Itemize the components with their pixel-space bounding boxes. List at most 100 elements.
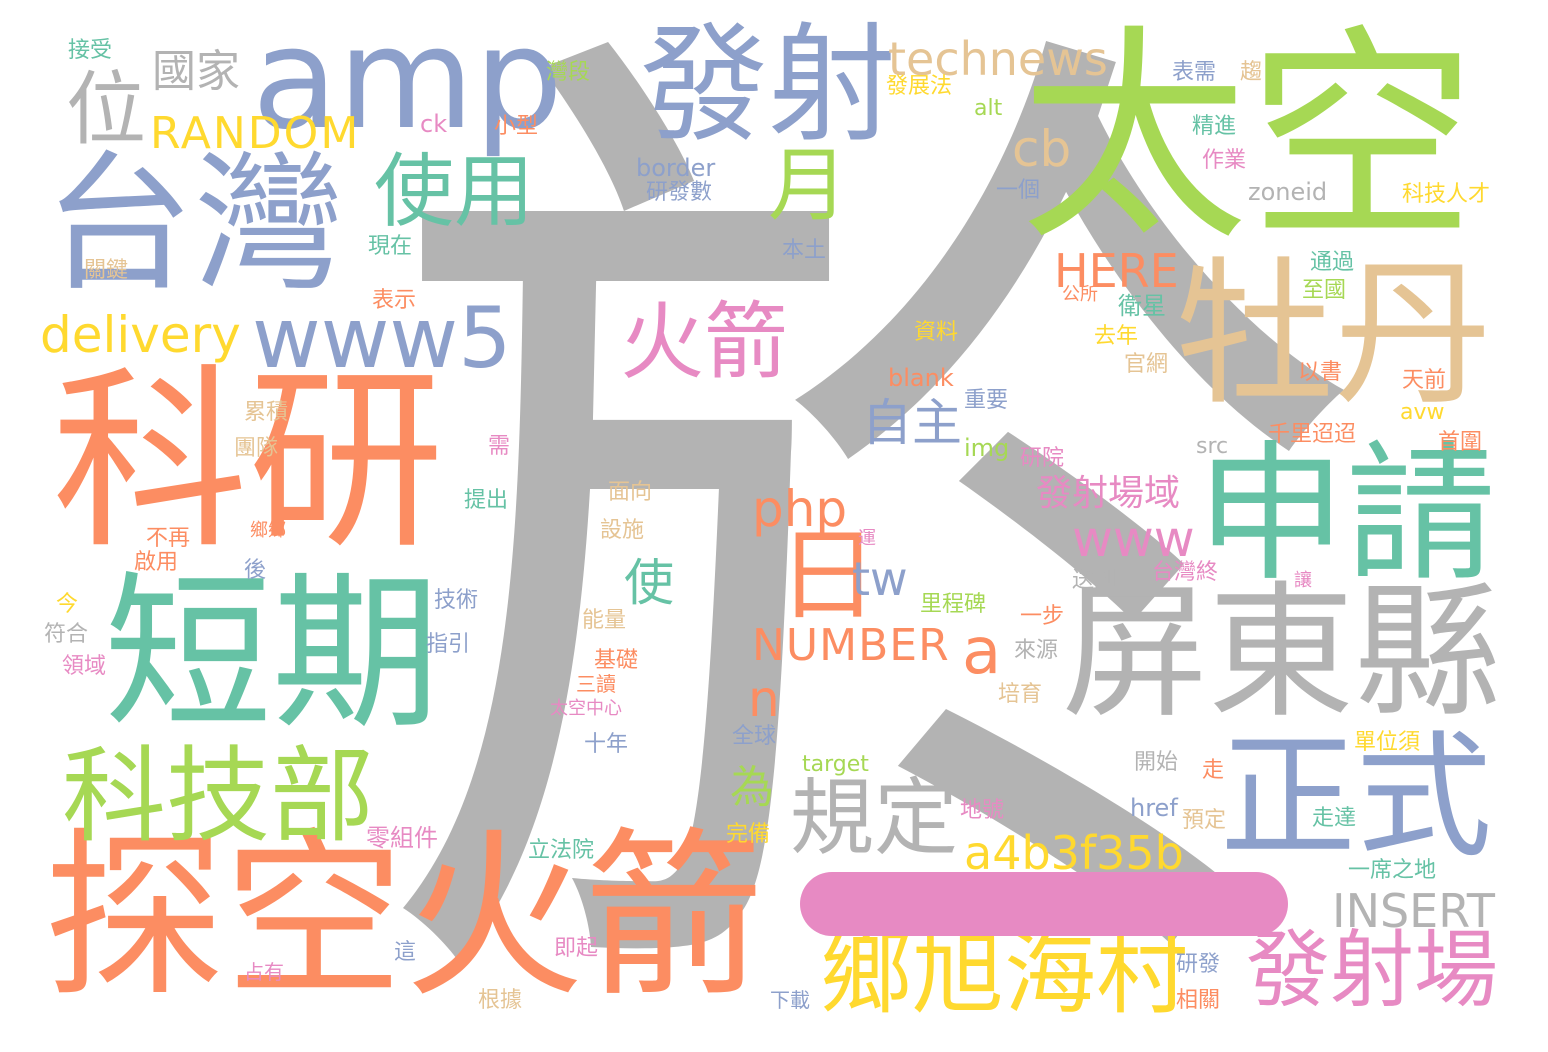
word-wanduan: 灣段 bbox=[546, 60, 591, 85]
word-huojian: 火箭 bbox=[620, 293, 789, 391]
word-cloud: 於 太空 amp 發射 台灣 科研 牡丹 申請 短期 屏東縣 探空火箭 正式 科… bbox=[0, 0, 1548, 1052]
word-avw: avw bbox=[1400, 400, 1445, 425]
word-tw: tw bbox=[852, 552, 908, 606]
word-songdao: 送到 bbox=[1072, 568, 1117, 593]
word-xiazai: 下載 bbox=[770, 988, 810, 1012]
word-danweixu: 單位須 bbox=[1354, 730, 1421, 755]
word-yibu: 一步 bbox=[1020, 604, 1065, 629]
word-zhiguo: 至國 bbox=[1302, 278, 1347, 303]
word-taikongzhongxin: 太空中心 bbox=[550, 698, 622, 719]
word-xiangguan: 相關 bbox=[1176, 988, 1221, 1013]
word-hou: 後 bbox=[244, 558, 267, 583]
word-href: href bbox=[1130, 794, 1178, 822]
word-jin: 今 bbox=[56, 592, 79, 617]
word-lifayuan: 立法院 bbox=[528, 838, 595, 863]
word-target: target bbox=[802, 752, 869, 777]
word-qianli: 千里迢迢 bbox=[1268, 422, 1357, 447]
word-number: NUMBER bbox=[752, 620, 950, 671]
word-gongsuo: 公所 bbox=[1062, 284, 1098, 305]
word-fuhe: 符合 bbox=[44, 622, 89, 647]
word-jingjin: 精進 bbox=[1192, 114, 1237, 139]
word-zhiyin: 指引 bbox=[426, 632, 471, 657]
word-img: img bbox=[964, 434, 1010, 462]
word-wei: 位 bbox=[66, 63, 146, 156]
word-guojia: 國家 bbox=[152, 46, 240, 97]
word-taiwanzhong: 台灣終 bbox=[1152, 560, 1219, 585]
word-n: n bbox=[748, 670, 780, 728]
word-yue: 月 bbox=[768, 139, 848, 232]
word-laiyuan: 來源 bbox=[1014, 638, 1059, 663]
word-jiqi: 即起 bbox=[554, 936, 599, 961]
word-yun: 運 bbox=[858, 528, 876, 549]
word-peiyu: 培育 bbox=[998, 682, 1043, 707]
word-yanyuan: 研院 bbox=[1020, 446, 1065, 471]
word-dihao: 地號 bbox=[960, 798, 1005, 823]
word-zoneid: zoneid bbox=[1248, 178, 1328, 206]
word-src: src bbox=[1196, 434, 1229, 459]
word-fasheChang: 發射場 bbox=[1246, 921, 1499, 1019]
word-kejirencai: 科技人才 bbox=[1402, 182, 1491, 207]
word-blank: blank bbox=[888, 364, 954, 392]
word-shouquan: 首圍 bbox=[1438, 430, 1483, 455]
word-tuandui: 團隊 bbox=[234, 436, 279, 461]
word-delivery: delivery bbox=[40, 306, 241, 364]
word-yige: 一個 bbox=[996, 178, 1041, 203]
word-keyan: 科研 bbox=[52, 348, 445, 576]
word-leiji: 累積 bbox=[244, 400, 289, 425]
word-random: RANDOM bbox=[150, 108, 361, 159]
word-tianqian: 天前 bbox=[1402, 368, 1447, 393]
word-guanjian: 關鍵 bbox=[84, 258, 129, 283]
word-zizhu: 自主 bbox=[862, 394, 962, 452]
word-yishu: 以書 bbox=[1298, 360, 1343, 385]
word-rang: 讓 bbox=[1294, 570, 1312, 591]
word-xu: 需 bbox=[488, 434, 511, 459]
word-lingyu: 領域 bbox=[62, 654, 107, 679]
word-cb: cb bbox=[1012, 120, 1072, 178]
word-kejibu: 科技部 bbox=[62, 735, 375, 857]
word-shinian: 十年 bbox=[584, 732, 629, 757]
word-qunian: 去年 bbox=[1094, 324, 1139, 349]
word-guanwang: 官網 bbox=[1124, 352, 1169, 377]
word-a: a bbox=[962, 615, 1002, 689]
word-zou: 走 bbox=[1202, 758, 1225, 783]
word-buzai: 不再 bbox=[146, 526, 191, 551]
word-sheshi: 設施 bbox=[600, 518, 645, 543]
word-insert: INSERT bbox=[1332, 884, 1495, 938]
word-sandu: 三讀 bbox=[576, 672, 616, 696]
word-lichengbei: 里程碑 bbox=[920, 592, 987, 617]
word-alt: alt bbox=[974, 96, 1003, 121]
word-zhongyao: 重要 bbox=[964, 388, 1009, 413]
word-zuoye: 作業 bbox=[1202, 148, 1247, 173]
word-xiangxiang: 鄉鄉 bbox=[250, 520, 286, 541]
word-lingzujian: 零組件 bbox=[366, 824, 438, 852]
word-ziliao: 資料 bbox=[914, 320, 959, 345]
word-jishu: 技術 bbox=[434, 588, 479, 613]
word-fazhanfa: 發展法 bbox=[886, 74, 953, 99]
word-biaoshi: 表示 bbox=[372, 288, 417, 313]
word-duanqi: 短期 bbox=[104, 556, 440, 752]
word-shi: 使 bbox=[624, 554, 674, 612]
word-guiding: 規定 bbox=[790, 769, 959, 867]
word-bentu: 本土 bbox=[782, 238, 827, 263]
word-jieshou: 接受 bbox=[68, 38, 113, 63]
word-shiyong: 使用 bbox=[374, 145, 534, 238]
word-fasheChangYu: 發射場域 bbox=[1036, 473, 1181, 514]
word-tichu: 提出 bbox=[464, 488, 509, 513]
word-yanfashu: 研發數 bbox=[646, 180, 713, 205]
word-pingdong: 屏東縣 bbox=[1062, 568, 1500, 738]
word-quanqiu: 全球 bbox=[732, 724, 777, 749]
word-zhe: 這 bbox=[394, 940, 417, 965]
word-yuding: 預定 bbox=[1182, 808, 1227, 833]
word-border: border bbox=[636, 154, 716, 182]
word-qu: 趨 bbox=[1240, 60, 1263, 85]
word-genju: 根據 bbox=[478, 988, 523, 1013]
word-dash bbox=[800, 872, 1288, 936]
word-qiyong: 啟用 bbox=[134, 550, 179, 575]
word-mianxiang: 面向 bbox=[608, 480, 653, 505]
word-weiWord: 為 bbox=[730, 762, 774, 813]
word-kaishi: 開始 bbox=[1134, 750, 1179, 775]
word-biaoxu: 表需 bbox=[1172, 60, 1217, 85]
word-weixing: 衛星 bbox=[1118, 292, 1166, 320]
word-nengliang: 能量 bbox=[582, 608, 627, 633]
word-zouda: 走達 bbox=[1312, 806, 1357, 831]
